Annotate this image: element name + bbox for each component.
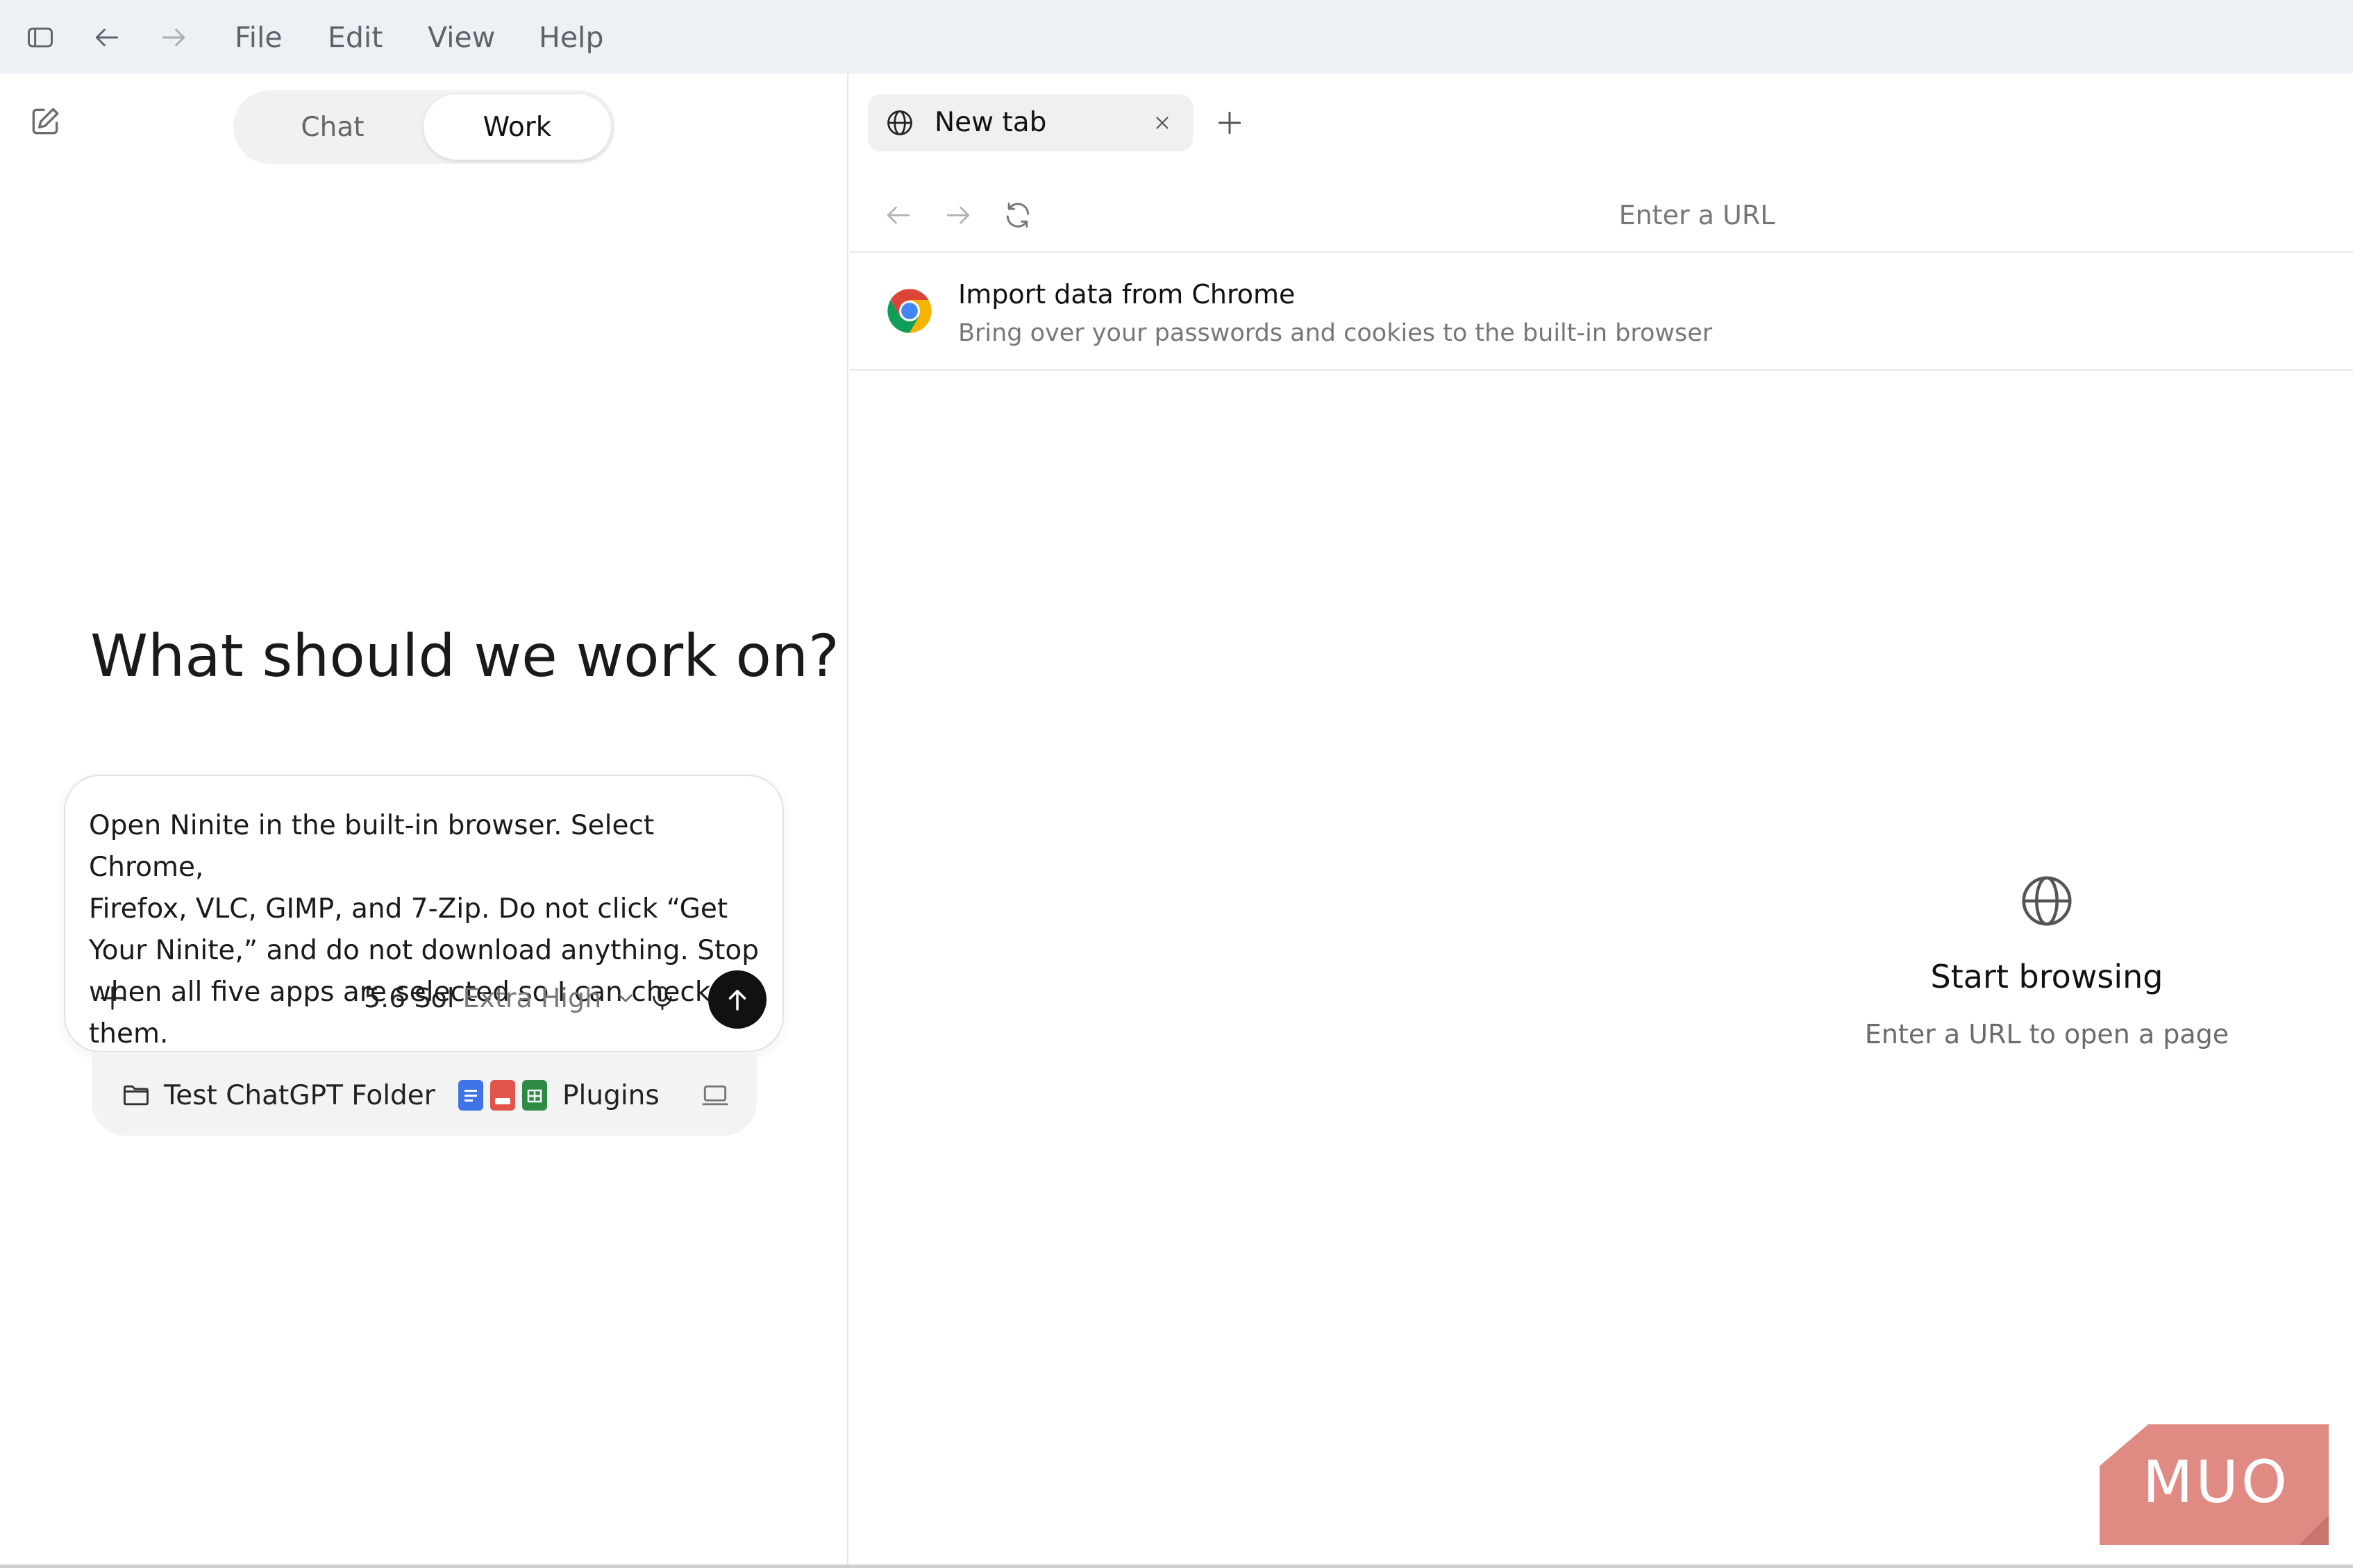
forward-arrow-icon[interactable] [154,18,193,57]
model-selector[interactable]: 5.6 Sol Extra High [364,979,637,1018]
microphone-icon[interactable] [643,979,682,1018]
browser-forward-icon[interactable] [939,196,978,235]
chrome-logo-icon [887,289,932,333]
mode-work-button[interactable]: Work [424,94,611,160]
prompt-composer: Open Ninite in the built-in browser. Sel… [64,775,784,1052]
plugins-chip[interactable]: Plugins [458,1074,660,1116]
plugins-label: Plugins [562,1079,660,1111]
muo-watermark-logo: MUO [2100,1424,2329,1545]
model-name: 5.6 Sol [364,983,455,1013]
prompt-input[interactable]: Open Ninite in the built-in browser. Sel… [89,805,769,1055]
tab-title: New tab [935,107,1047,138]
menu-edit[interactable]: Edit [328,18,383,57]
globe-icon [887,110,912,135]
window-bottom-edge [0,1565,2353,1568]
import-subtitle: Bring over your passwords and cookies to… [958,319,1713,347]
folder-label: Test ChatGPT Folder [164,1079,435,1111]
arrow-up-icon [728,990,746,1011]
empty-state: Start browsing Enter a URL to open a pag… [1832,872,2262,1049]
menu-help[interactable]: Help [539,18,603,57]
main-area: Chat Work What should we work on? Open N… [0,74,2353,1568]
mode-chat-button[interactable]: Chat [239,94,426,160]
model-effort: Extra High [462,983,602,1013]
chat-pane: Chat Work What should we work on? Open N… [0,74,848,1568]
new-tab-plus-icon[interactable] [1212,106,1247,140]
url-input[interactable] [1058,187,2336,243]
context-bar: Test ChatGPT Folder Plugins [92,1054,757,1136]
browser-back-icon[interactable] [879,196,918,235]
chevron-down-icon [619,994,633,1002]
close-icon[interactable] [1148,109,1176,137]
google-sheets-icon [522,1080,547,1111]
folder-chip[interactable]: Test ChatGPT Folder [121,1076,435,1115]
import-chrome-banner[interactable]: Import data from Chrome Bring over your … [850,254,2353,371]
menu-file[interactable]: File [235,18,283,57]
new-chat-icon[interactable] [28,104,62,139]
mode-toggle: Chat Work [233,90,615,164]
google-docs-icon [458,1080,483,1111]
send-button[interactable] [708,970,767,1029]
empty-state-title: Start browsing [1930,958,2163,995]
pdf-icon [490,1080,515,1111]
empty-state-subtitle: Enter a URL to open a page [1864,1019,2229,1049]
folder-icon [124,1085,149,1106]
browser-pane: New tab Enter a URL Import data from Chr… [850,74,2353,1568]
menu-view[interactable]: View [428,18,495,57]
attach-plus-icon[interactable] [93,979,132,1018]
reload-icon[interactable] [998,196,1037,235]
watermark-text: MUO [2143,1448,2290,1516]
back-arrow-icon[interactable] [87,18,126,57]
title-bar: File Edit View Help [0,0,2353,74]
laptop-icon[interactable] [696,1076,735,1115]
browser-tab[interactable]: New tab [868,94,1193,151]
browser-nav-bar [850,178,2353,253]
page-title: What should we work on? [90,622,839,690]
sidebar-toggle-icon[interactable] [21,18,60,57]
import-title: Import data from Chrome [958,279,1296,310]
globe-icon [2022,876,2072,926]
